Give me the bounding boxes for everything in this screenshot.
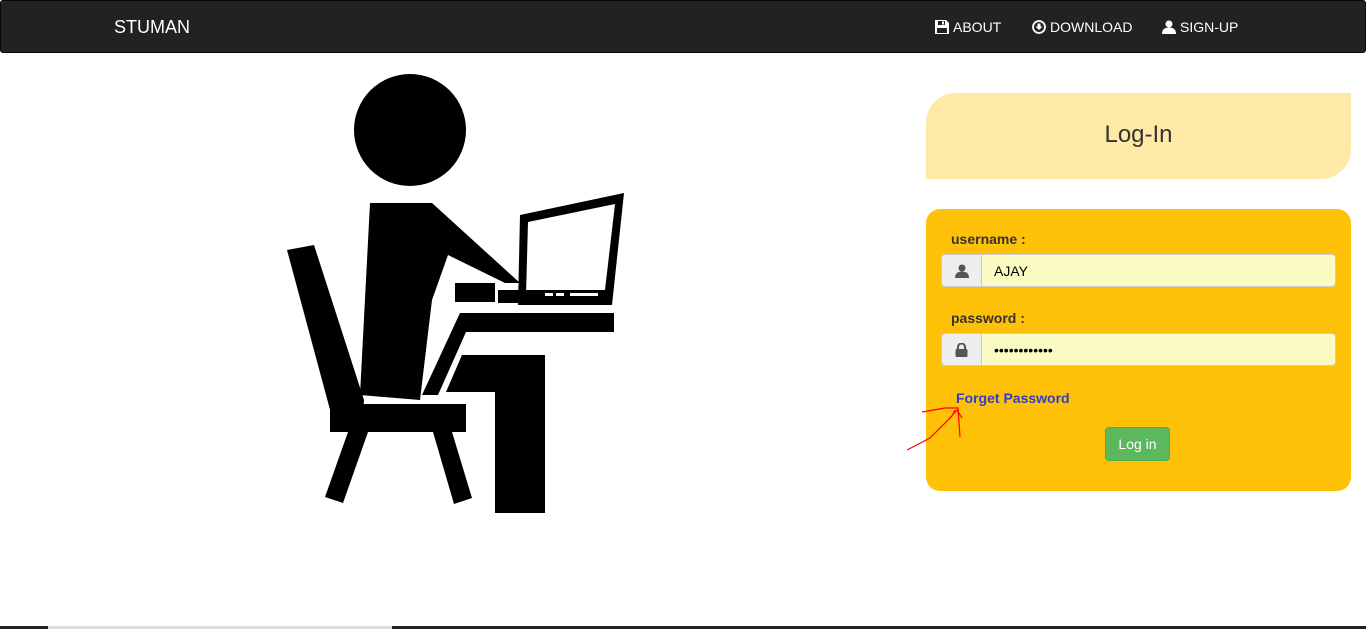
username-input-group: [941, 254, 1336, 287]
nav-about-label: ABOUT: [953, 19, 1002, 35]
login-button[interactable]: Log in: [1105, 427, 1170, 461]
brand-link[interactable]: STUMAN: [114, 17, 190, 38]
person-at-laptop-icon: [280, 70, 640, 525]
password-input[interactable]: [982, 334, 1335, 365]
nav-download-label: DOWNLOAD: [1050, 19, 1133, 35]
login-header-panel: Log-In: [926, 93, 1351, 179]
user-icon: [942, 255, 982, 286]
nav-sign-up-label: SIGN-UP: [1180, 19, 1239, 35]
password-input-group: [941, 333, 1336, 366]
forget-password-link[interactable]: Forget Password: [956, 390, 1070, 406]
login-heading: Log-In: [1104, 121, 1173, 148]
download-circle-icon: [1032, 20, 1046, 34]
lock-icon: [942, 334, 982, 365]
login-form-panel: username : password : Forget Password Lo…: [926, 209, 1351, 491]
username-label: username :: [951, 231, 1026, 247]
floppy-disk-icon: [935, 20, 949, 34]
nav-sign-up[interactable]: SIGN-UP: [1162, 19, 1238, 35]
navbar: STUMAN ABOUT DOWNLOAD SIGN-UP: [0, 0, 1366, 53]
nav-download[interactable]: DOWNLOAD: [1032, 19, 1132, 35]
nav-about[interactable]: ABOUT: [935, 19, 1001, 35]
username-input[interactable]: [982, 255, 1335, 286]
user-icon: [1162, 20, 1176, 34]
red-arrow-annotation: [900, 400, 970, 460]
password-label: password :: [951, 310, 1025, 326]
